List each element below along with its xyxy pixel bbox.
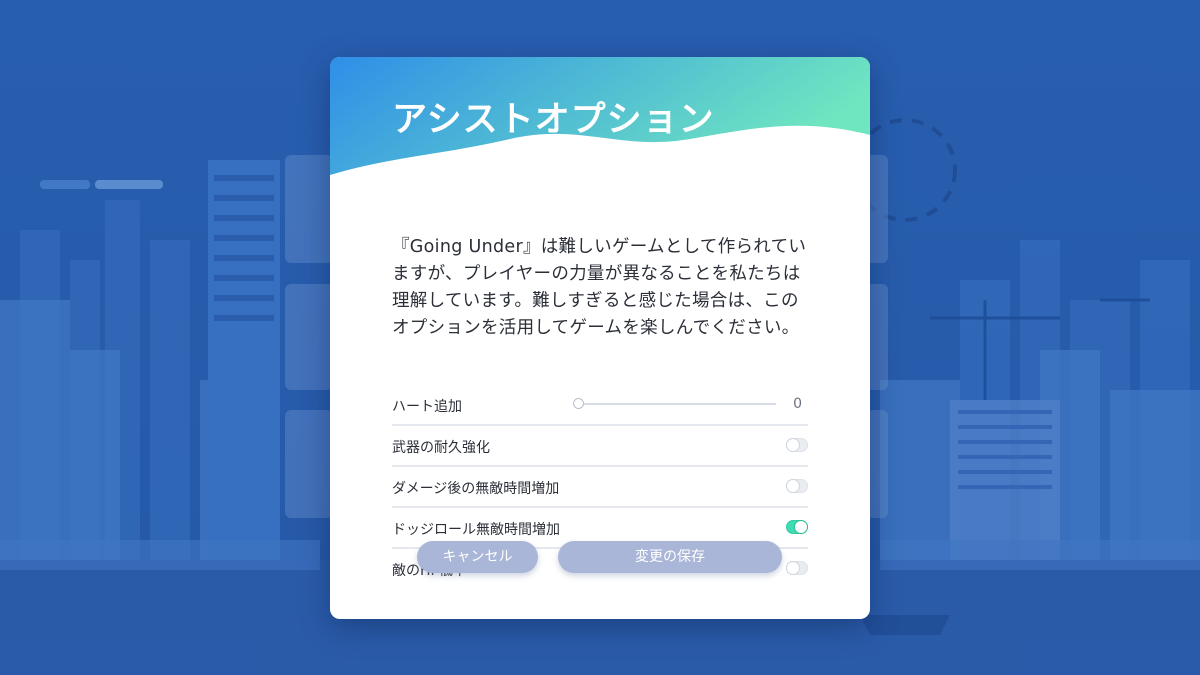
description-line: オプションを活用してゲームを楽しんでください。 bbox=[392, 318, 800, 338]
save-changes-button[interactable]: 変更の保存 bbox=[558, 541, 782, 573]
toggle-knob bbox=[787, 439, 799, 451]
description-line: 理解しています。難しすぎると感じた場合は、この bbox=[392, 291, 799, 311]
option-row-weapon-durability: 武器の耐久強化 bbox=[392, 426, 808, 467]
description-line: 『Going Under』は難しいゲームとして作られてい bbox=[392, 237, 807, 257]
option-label: ダメージ後の無敵時間増加 bbox=[392, 481, 560, 497]
game-screen: アシストオプション 『Going Under』は難しいゲームとして作られてい ま… bbox=[0, 0, 1200, 675]
slider-thumb[interactable] bbox=[572, 398, 584, 409]
option-label: ハート追加 bbox=[392, 399, 462, 415]
slider-value: 0 bbox=[793, 396, 802, 412]
dialog-description: 『Going Under』は難しいゲームとして作られてい ますが、プレイヤーの力… bbox=[392, 234, 812, 342]
assist-options-dialog: アシストオプション 『Going Under』は難しいゲームとして作られてい ま… bbox=[330, 57, 870, 619]
toggle-knob bbox=[787, 562, 799, 574]
option-label: 武器の耐久強化 bbox=[392, 440, 490, 456]
toggle-knob bbox=[795, 521, 807, 533]
dialog-header-wave bbox=[330, 57, 870, 175]
dodge-roll-invincibility-toggle[interactable] bbox=[786, 520, 808, 534]
dialog-title: アシストオプション bbox=[392, 100, 715, 140]
cancel-button[interactable]: キャンセル bbox=[417, 541, 538, 573]
option-row-extra-hearts: ハート追加 0 bbox=[392, 385, 808, 426]
weapon-durability-toggle[interactable] bbox=[786, 438, 808, 452]
extra-hearts-slider[interactable] bbox=[578, 403, 776, 405]
enemy-hp-reduction-toggle[interactable] bbox=[786, 561, 808, 575]
toggle-knob bbox=[787, 480, 799, 492]
option-label: ドッジロール無敵時間増加 bbox=[392, 522, 560, 538]
invincibility-after-damage-toggle[interactable] bbox=[786, 479, 808, 493]
option-row-invincibility-after-damage: ダメージ後の無敵時間増加 bbox=[392, 467, 808, 508]
description-line: ますが、プレイヤーの力量が異なることを私たちは bbox=[392, 264, 801, 284]
